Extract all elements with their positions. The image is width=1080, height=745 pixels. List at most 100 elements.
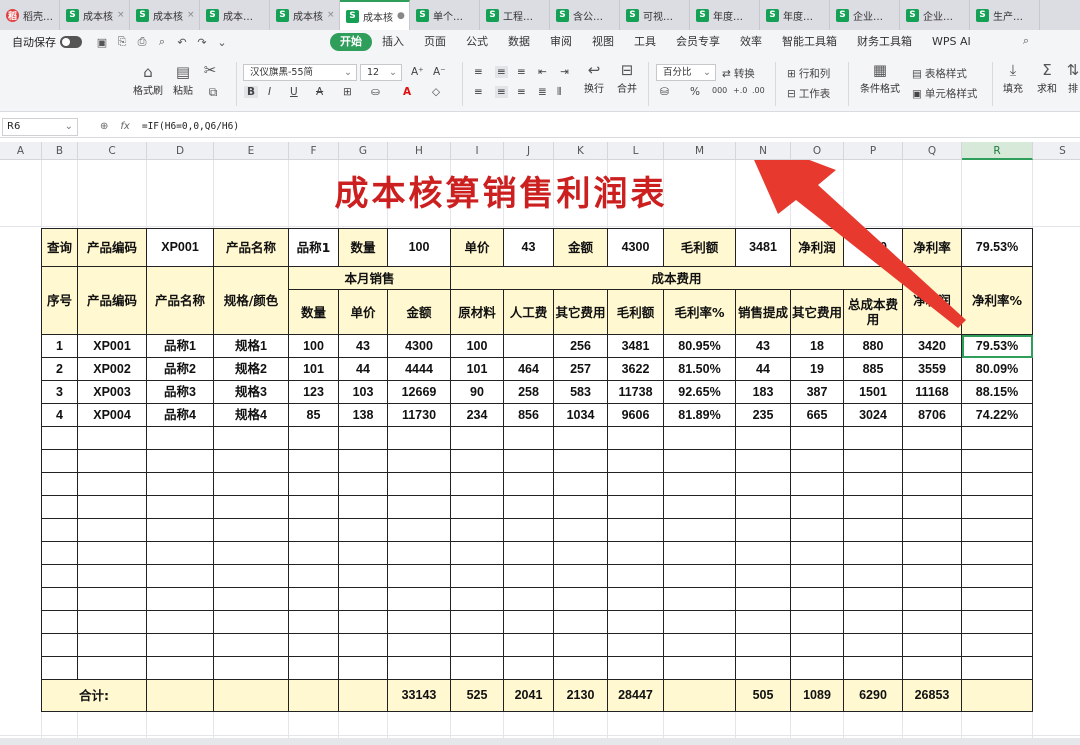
empty-cell[interactable]	[843, 518, 903, 542]
empty-cell[interactable]	[843, 426, 903, 450]
table-cell[interactable]: 234	[450, 403, 504, 427]
table-cell[interactable]: 81.50%	[663, 357, 736, 381]
italic-icon[interactable]: I	[268, 86, 271, 98]
header-net-profit[interactable]: 净利润	[902, 266, 962, 335]
table-cell[interactable]: 12669	[387, 380, 451, 404]
empty-cell[interactable]	[213, 518, 289, 542]
header-total-cost[interactable]: 总成本费用	[843, 289, 903, 335]
empty-cell[interactable]	[450, 610, 504, 634]
empty-cell[interactable]	[735, 656, 791, 680]
decrease-decimal-icon[interactable]: .00	[752, 86, 765, 95]
empty-cell[interactable]	[663, 587, 736, 611]
bold-icon[interactable]: B	[244, 86, 259, 98]
formula-input[interactable]: =IF(H6=0,0,Q6/H6)	[142, 121, 239, 132]
empty-cell[interactable]	[77, 541, 147, 565]
empty-cell[interactable]	[607, 656, 664, 680]
empty-cell[interactable]	[387, 564, 451, 588]
spreadsheet-grid[interactable]: 成本核算销售利润表 查询 产品编码 XP001 产品名称 品称1 数量 100 …	[0, 160, 1080, 738]
totals-cell[interactable]: 33143	[387, 679, 451, 712]
empty-cell[interactable]	[450, 449, 504, 473]
thousands-icon[interactable]: 000	[712, 86, 727, 95]
save-icon[interactable]: ▣	[92, 36, 112, 49]
document-tab[interactable]: S 企业成本	[900, 0, 970, 30]
query-code-input[interactable]: XP001	[146, 228, 214, 267]
ribbon-tab[interactable]: 公式	[456, 33, 498, 51]
empty-cell[interactable]	[387, 610, 451, 634]
table-cell[interactable]: 44	[338, 357, 388, 381]
empty-cell[interactable]	[735, 633, 791, 657]
empty-cell[interactable]	[790, 472, 844, 496]
autosave-control[interactable]: 自动保存	[12, 34, 82, 50]
empty-cell[interactable]	[790, 610, 844, 634]
indent-decrease-icon[interactable]: ⇤	[538, 66, 547, 78]
table-cell[interactable]: 规格4	[213, 403, 289, 427]
font-name-select[interactable]: 汉仪旗黑-55简 ⌄	[243, 64, 357, 81]
empty-cell[interactable]	[41, 633, 78, 657]
merge-cells-button[interactable]: ⊟ 合并	[611, 62, 643, 95]
totals-cell[interactable]	[213, 679, 289, 712]
empty-cell[interactable]	[663, 472, 736, 496]
table-cell[interactable]: 1501	[843, 380, 903, 404]
distribute-icon[interactable]: ⫴	[557, 86, 561, 99]
empty-cell[interactable]	[790, 564, 844, 588]
empty-cell[interactable]	[607, 633, 664, 657]
empty-cell[interactable]	[607, 426, 664, 450]
empty-cell[interactable]	[338, 426, 388, 450]
query-rate-value[interactable]: 79.53%	[961, 228, 1033, 267]
query-name-label[interactable]: 产品名称	[213, 228, 289, 267]
column-header[interactable]: A	[0, 142, 42, 160]
empty-cell[interactable]	[553, 633, 608, 657]
empty-cell[interactable]	[213, 656, 289, 680]
empty-cell[interactable]	[663, 610, 736, 634]
table-cell[interactable]: 885	[843, 357, 903, 381]
table-cell[interactable]: 100	[450, 334, 504, 358]
ribbon-tab[interactable]: 页面	[414, 33, 456, 51]
ribbon-tab[interactable]: 效率	[730, 33, 772, 51]
empty-cell[interactable]	[503, 472, 554, 496]
table-cell[interactable]: 101	[450, 357, 504, 381]
increase-decimal-icon[interactable]: +.0	[733, 86, 747, 95]
empty-cell[interactable]	[790, 518, 844, 542]
ribbon-tab[interactable]: WPS AI	[922, 33, 981, 51]
empty-cell[interactable]	[553, 541, 608, 565]
empty-cell[interactable]	[790, 541, 844, 565]
empty-cell[interactable]	[387, 587, 451, 611]
column-header[interactable]: M	[664, 142, 736, 160]
empty-cell[interactable]	[77, 587, 147, 611]
empty-cell[interactable]	[790, 495, 844, 519]
empty-cell[interactable]	[735, 472, 791, 496]
table-cell[interactable]: 8706	[902, 403, 962, 427]
empty-cell[interactable]	[503, 518, 554, 542]
empty-cell[interactable]	[450, 587, 504, 611]
worksheet-button[interactable]: ⊟ 工作表	[787, 86, 830, 101]
query-gross-value[interactable]: 3481	[735, 228, 791, 267]
empty-cell[interactable]	[961, 495, 1033, 519]
table-cell[interactable]: 256	[553, 334, 608, 358]
empty-cell[interactable]	[961, 587, 1033, 611]
column-header[interactable]: Q	[903, 142, 962, 160]
empty-cell[interactable]	[607, 449, 664, 473]
table-cell[interactable]: 85	[288, 403, 339, 427]
empty-cell[interactable]	[503, 495, 554, 519]
empty-cell[interactable]	[77, 564, 147, 588]
empty-cell[interactable]	[41, 587, 78, 611]
table-cell[interactable]: 79.53%	[961, 334, 1033, 358]
table-cell[interactable]: 品称3	[146, 380, 214, 404]
currency-icon[interactable]: ⛁	[660, 86, 669, 98]
empty-cell[interactable]	[146, 541, 214, 565]
query-name-value[interactable]: 品称1	[288, 228, 339, 267]
empty-cell[interactable]	[213, 495, 289, 519]
empty-cell[interactable]	[77, 449, 147, 473]
document-tab[interactable]: S 单个产品	[410, 0, 480, 30]
table-cell[interactable]: 44	[735, 357, 791, 381]
convert-button[interactable]: ⇄ 转换	[722, 66, 755, 81]
ribbon-tab[interactable]: 财务工具箱	[847, 33, 922, 51]
close-icon[interactable]: ×	[327, 10, 335, 20]
table-cell[interactable]: 11168	[902, 380, 962, 404]
conditional-format-button[interactable]: ▦ 条件格式	[856, 62, 904, 95]
empty-cell[interactable]	[961, 656, 1033, 680]
empty-cell[interactable]	[503, 564, 554, 588]
column-header[interactable]: F	[289, 142, 339, 160]
empty-cell[interactable]	[288, 495, 339, 519]
empty-cell[interactable]	[902, 518, 962, 542]
